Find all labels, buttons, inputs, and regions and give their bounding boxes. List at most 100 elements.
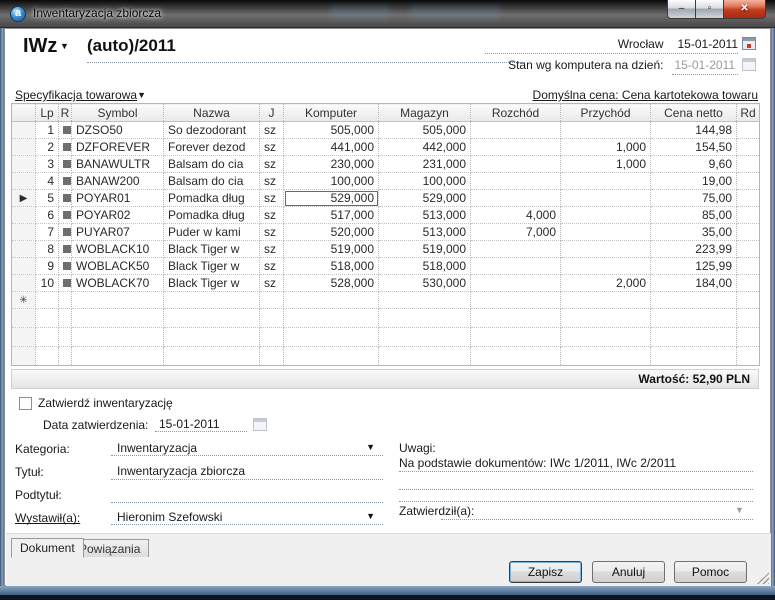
resize-grip[interactable] <box>757 572 769 584</box>
cell-magazyn[interactable]: 513,000 <box>379 224 471 241</box>
cell-komputer[interactable] <box>284 347 379 366</box>
cell-komputer[interactable]: 520,000 <box>284 224 379 241</box>
cell-symbol[interactable]: BANAW200 <box>72 173 164 190</box>
cell-r[interactable] <box>59 241 72 258</box>
cell-lp[interactable] <box>36 309 59 328</box>
cell-symbol[interactable]: POYAR02 <box>72 207 164 224</box>
cell-cena[interactable] <box>651 309 737 328</box>
cell-r[interactable] <box>59 156 72 173</box>
cell-nazwa[interactable]: Black Tiger w <box>164 275 260 292</box>
cell-cena[interactable] <box>651 292 737 309</box>
cell-rd[interactable] <box>737 156 760 173</box>
row-selector-cell[interactable] <box>12 241 36 258</box>
spec-towarowa-menu[interactable]: Specyfikacja towarowa ▼ <box>15 88 146 102</box>
cell-rd[interactable] <box>737 190 760 207</box>
cell-komputer[interactable]: 100,000 <box>284 173 379 190</box>
cell-magazyn[interactable]: 231,000 <box>379 156 471 173</box>
close-button[interactable]: ✕ <box>723 0 766 19</box>
chevron-down-icon[interactable]: ▼ <box>366 511 375 521</box>
cell-nazwa[interactable]: So dezodorant <box>164 122 260 139</box>
cell-rozchod[interactable] <box>471 258 561 275</box>
cell-j[interactable]: sz <box>260 241 284 258</box>
cell-przychod[interactable]: 1,000 <box>561 156 651 173</box>
cell-j[interactable] <box>260 347 284 366</box>
cell-r[interactable] <box>59 139 72 156</box>
cell-symbol[interactable] <box>72 309 164 328</box>
default-price-link[interactable]: Domyślna cena: Cena kartotekowa towaru <box>378 88 758 102</box>
cell-symbol[interactable]: DZFOREVER <box>72 139 164 156</box>
cell-rozchod[interactable] <box>471 156 561 173</box>
cell-magazyn[interactable]: 442,000 <box>379 139 471 156</box>
cell-cena[interactable]: 85,00 <box>651 207 737 224</box>
cell-j[interactable]: sz <box>260 122 284 139</box>
cell-przychod[interactable]: 1,000 <box>561 139 651 156</box>
cell-rd[interactable] <box>737 347 760 366</box>
cell-lp[interactable] <box>36 328 59 347</box>
cell-rd[interactable] <box>737 122 760 139</box>
cell-nazwa[interactable]: Balsam do cia <box>164 173 260 190</box>
row-selector-cell[interactable] <box>12 258 36 275</box>
cell-nazwa[interactable]: Forever dezod <box>164 139 260 156</box>
cell-nazwa[interactable]: Black Tiger w <box>164 241 260 258</box>
cell-magazyn[interactable]: 530,000 <box>379 275 471 292</box>
city-date-row[interactable]: Wrocław15-01-2011 <box>485 37 738 54</box>
category-select[interactable]: Inwentaryzacja▼ <box>111 441 383 456</box>
grid-column-header[interactable]: Symbol <box>72 104 164 122</box>
cell-komputer[interactable] <box>284 292 379 309</box>
row-selector-cell[interactable] <box>12 224 36 241</box>
cell-komputer[interactable] <box>284 309 379 328</box>
cell-nazwa[interactable] <box>164 328 260 347</box>
approve-checkbox-label[interactable]: Zatwierdź inwentaryzację <box>38 396 173 410</box>
cell-symbol[interactable]: WOBLACK10 <box>72 241 164 258</box>
cell-rozchod[interactable] <box>471 309 561 328</box>
grid-column-header[interactable]: Nazwa <box>164 104 260 122</box>
cell-rozchod[interactable] <box>471 241 561 258</box>
approve-checkbox[interactable] <box>19 397 32 410</box>
cell-symbol[interactable] <box>72 328 164 347</box>
cell-przychod[interactable] <box>561 207 651 224</box>
tab-dokument[interactable]: Dokument <box>11 538 84 558</box>
cell-cena[interactable]: 154,50 <box>651 139 737 156</box>
grid-column-header[interactable]: Lp <box>36 104 59 122</box>
cell-j[interactable]: sz <box>260 275 284 292</box>
cell-rd[interactable] <box>737 207 760 224</box>
cell-rd[interactable] <box>737 224 760 241</box>
cell-j[interactable] <box>260 328 284 347</box>
cell-rozchod[interactable] <box>471 190 561 207</box>
cell-rd[interactable] <box>737 309 760 328</box>
grid-column-header[interactable]: Magazyn <box>379 104 471 122</box>
cell-nazwa[interactable]: Pomadka dług <box>164 207 260 224</box>
cell-j[interactable] <box>260 292 284 309</box>
minimize-button[interactable]: – <box>667 0 696 19</box>
cell-przychod[interactable] <box>561 328 651 347</box>
cell-rozchod[interactable] <box>471 122 561 139</box>
cell-symbol[interactable]: WOBLACK50 <box>72 258 164 275</box>
row-selector-cell[interactable] <box>12 139 36 156</box>
cell-r[interactable] <box>59 258 72 275</box>
row-selector-cell[interactable] <box>12 122 36 139</box>
cell-r[interactable] <box>59 275 72 292</box>
current-row-arrow-icon[interactable]: ▶ <box>12 190 36 207</box>
cell-r[interactable] <box>59 292 72 309</box>
maximize-button[interactable]: ▫ <box>696 0 723 19</box>
cell-komputer[interactable]: 505,000 <box>284 122 379 139</box>
grid-column-header[interactable]: Przychód <box>561 104 651 122</box>
cell-cena[interactable]: 75,00 <box>651 190 737 207</box>
cell-symbol[interactable]: DZSO50 <box>72 122 164 139</box>
cell-przychod[interactable] <box>561 224 651 241</box>
cell-przychod[interactable] <box>561 258 651 275</box>
cell-nazwa[interactable]: Balsam do cia <box>164 156 260 173</box>
cell-j[interactable]: sz <box>260 173 284 190</box>
cell-komputer[interactable] <box>284 328 379 347</box>
issuer-select[interactable]: Hieronim Szefowski▼ <box>111 510 383 525</box>
cell-magazyn[interactable]: 519,000 <box>379 241 471 258</box>
cell-rozchod[interactable] <box>471 292 561 309</box>
cell-rozchod[interactable] <box>471 275 561 292</box>
cell-cena[interactable]: 223,99 <box>651 241 737 258</box>
cell-przychod[interactable] <box>561 173 651 190</box>
row-selector-cell[interactable] <box>12 173 36 190</box>
cell-cena[interactable]: 19,00 <box>651 173 737 190</box>
cell-symbol[interactable]: PUYAR07 <box>72 224 164 241</box>
cell-r[interactable] <box>59 122 72 139</box>
cell-rozchod[interactable] <box>471 328 561 347</box>
